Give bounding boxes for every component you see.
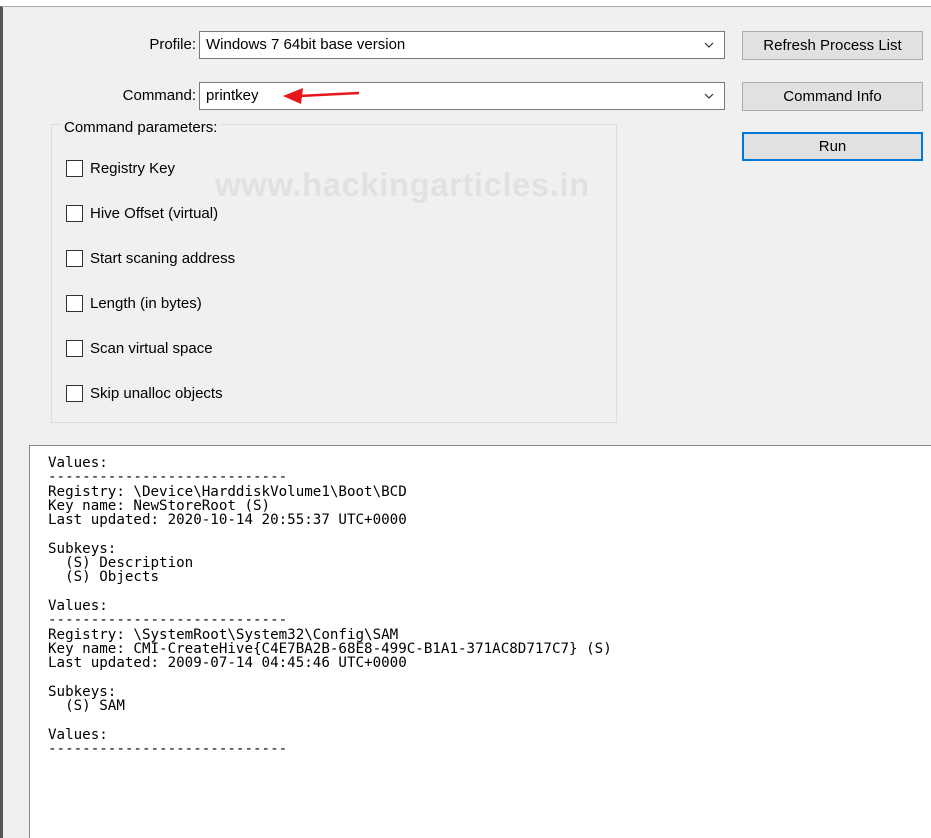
command-parameters-legend: Command parameters: bbox=[60, 118, 222, 138]
annotation-arrow-icon bbox=[283, 88, 360, 104]
run-button[interactable]: Run bbox=[742, 132, 923, 161]
option-label: Hive Offset (virtual) bbox=[90, 205, 219, 222]
option-label: Start scaning address bbox=[90, 250, 236, 267]
watermark: www.hackingarticles.in bbox=[215, 166, 590, 203]
checkbox[interactable] bbox=[66, 340, 83, 357]
command-select[interactable]: printkey bbox=[199, 82, 725, 110]
refresh-process-list-button[interactable]: Refresh Process List bbox=[742, 31, 923, 60]
checkbox[interactable] bbox=[66, 295, 83, 312]
option-label: Skip unalloc objects bbox=[90, 385, 223, 402]
command-label: Command: bbox=[122, 87, 196, 104]
checkbox[interactable] bbox=[66, 205, 83, 222]
profile-select[interactable]: Windows 7 64bit base version bbox=[199, 31, 725, 59]
command-select-value: printkey bbox=[206, 87, 259, 104]
checkbox[interactable] bbox=[66, 250, 83, 267]
output-text: Values: ---------------------------- Reg… bbox=[48, 455, 612, 757]
option-label: Length (in bytes) bbox=[90, 295, 202, 312]
output-textarea[interactable]: Values: ---------------------------- Reg… bbox=[29, 445, 931, 838]
checkbox[interactable] bbox=[66, 385, 83, 402]
app-root: Profile: Windows 7 64bit base version Co… bbox=[0, 0, 931, 838]
profile-select-value: Windows 7 64bit base version bbox=[206, 36, 406, 53]
command-info-button[interactable]: Command Info bbox=[742, 82, 923, 111]
chevron-down-icon bbox=[704, 93, 714, 99]
chevron-down-icon bbox=[704, 42, 714, 48]
profile-label: Profile: bbox=[149, 36, 196, 53]
option-label: Scan virtual space bbox=[90, 340, 213, 357]
option-label: Registry Key bbox=[90, 160, 176, 177]
checkbox[interactable] bbox=[66, 160, 83, 177]
